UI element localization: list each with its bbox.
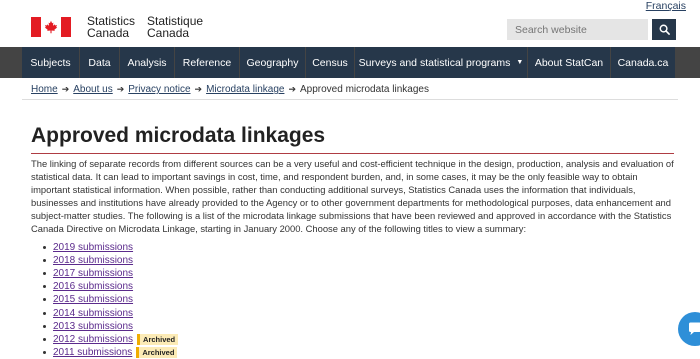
bullet-icon: [43, 324, 46, 328]
wordmark-en-line2: Canada: [87, 26, 130, 40]
site-brand[interactable]: Statistics Canada Statistique Canada: [31, 15, 203, 39]
list-item: 2018 submissions: [43, 254, 178, 267]
list-item: 2015 submissions: [43, 293, 178, 306]
list-item: 2012 submissions Archived: [43, 333, 179, 346]
submission-link-2016[interactable]: 2016 submissions: [53, 281, 133, 292]
search-button[interactable]: [652, 19, 676, 40]
title-underline: [31, 153, 674, 154]
submissions-list: 2019 submissions 2018 submissions 2017 s…: [43, 241, 179, 359]
chevron-down-icon: ▼: [516, 59, 524, 66]
submission-link-2014[interactable]: 2014 submissions: [53, 308, 133, 319]
breadcrumb-about-us[interactable]: About us: [73, 84, 112, 95]
archived-badge: Archived: [137, 333, 179, 345]
menu-item-about-statcan[interactable]: About StatCan: [528, 47, 610, 78]
archived-badge: Archived: [136, 346, 178, 358]
submission-link-2017[interactable]: 2017 submissions: [53, 268, 133, 279]
wordmark-french: Statistique Canada: [147, 15, 203, 39]
main-menu: Subjects Data Analysis Reference Geograp…: [22, 47, 676, 78]
breadcrumb-home[interactable]: Home: [31, 84, 58, 95]
chat-icon: [689, 322, 700, 335]
submission-link-2018[interactable]: 2018 submissions: [53, 255, 133, 266]
list-item: 2013 submissions: [43, 320, 178, 333]
list-item: 2014 submissions: [43, 306, 178, 319]
canada-flag-icon: [31, 17, 71, 37]
list-item: 2016 submissions: [43, 280, 178, 293]
search-icon: [659, 24, 670, 35]
breadcrumb-microdata-linkage[interactable]: Microdata linkage: [206, 84, 284, 95]
page-title: Approved microdata linkages: [31, 124, 326, 147]
list-item: 2011 submissions Archived: [43, 346, 178, 359]
wordmark-fr-line2: Canada: [147, 26, 190, 40]
list-item: 2017 submissions: [43, 267, 178, 280]
wordmark-english: Statistics Canada: [87, 15, 135, 39]
breadcrumb-privacy-notice[interactable]: Privacy notice: [128, 84, 190, 95]
bullet-icon: [43, 259, 46, 263]
arrow-right-icon: ➔: [116, 84, 125, 94]
chat-button[interactable]: [678, 312, 700, 346]
menu-item-reference[interactable]: Reference: [175, 47, 239, 78]
submission-link-2012[interactable]: 2012 submissions: [53, 334, 133, 345]
bullet-icon: [43, 298, 46, 302]
menu-item-geography[interactable]: Geography: [240, 47, 305, 78]
breadcrumb-divider: [22, 99, 678, 100]
menu-item-surveys[interactable]: Surveys and statistical programs ▼: [355, 47, 527, 78]
arrow-right-icon: ➔: [61, 84, 70, 94]
language-toggle-link[interactable]: Français: [646, 0, 686, 12]
breadcrumb: Home ➔ About us ➔ Privacy notice ➔ Micro…: [31, 84, 429, 95]
menu-item-surveys-label: Surveys and statistical programs: [358, 56, 511, 69]
list-item: 2019 submissions: [43, 241, 178, 254]
menu-item-subjects[interactable]: Subjects: [22, 47, 79, 78]
submission-link-2013[interactable]: 2013 submissions: [53, 321, 133, 332]
bullet-icon: [43, 272, 46, 276]
bullet-icon: [43, 311, 46, 315]
submission-link-2015[interactable]: 2015 submissions: [53, 294, 133, 305]
bullet-icon: [43, 246, 46, 250]
site-search: [507, 19, 676, 40]
bullet-icon: [43, 350, 46, 354]
bullet-icon: [43, 337, 46, 341]
submission-link-2019[interactable]: 2019 submissions: [53, 242, 133, 253]
intro-paragraph: The linking of separate records from dif…: [31, 158, 674, 235]
search-input[interactable]: [507, 19, 648, 40]
agency-wordmark: Statistics Canada Statistique Canada: [87, 15, 203, 39]
bullet-icon: [43, 285, 46, 289]
menu-item-analysis[interactable]: Analysis: [120, 47, 174, 78]
menu-item-census[interactable]: Census: [306, 47, 354, 78]
menu-item-data[interactable]: Data: [80, 47, 119, 78]
submission-link-2011[interactable]: 2011 submissions: [53, 347, 132, 358]
menu-item-canada-ca[interactable]: Canada.ca: [611, 47, 675, 78]
arrow-right-icon: ➔: [194, 84, 203, 94]
breadcrumb-current: Approved microdata linkages: [299, 84, 429, 95]
arrow-right-icon: ➔: [288, 84, 296, 94]
